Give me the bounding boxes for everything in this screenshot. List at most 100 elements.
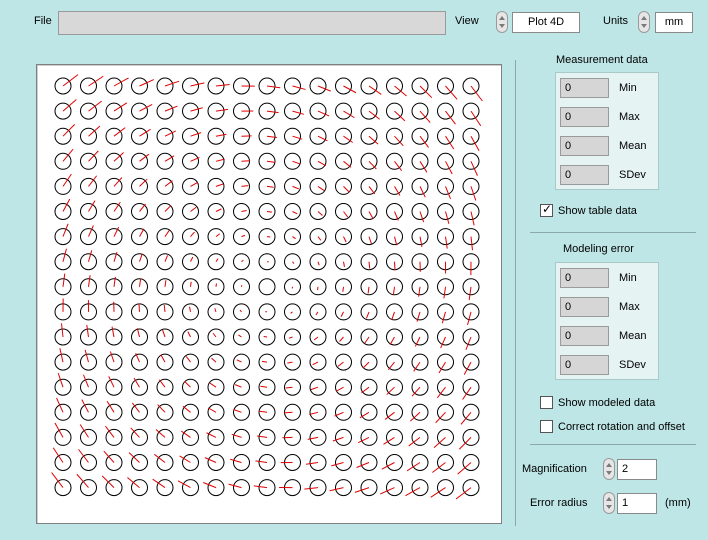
error-vector [127,477,140,488]
measurement-mean-value: 0 [560,136,609,156]
error-vector [343,236,347,243]
modeling-mean-value: 0 [560,326,609,346]
correct-rotation-checkbox[interactable] [540,420,553,433]
error-vector [215,158,225,162]
error-vector [367,286,370,294]
error-vector [389,336,395,346]
error-vector [88,175,98,187]
error-vector [379,487,395,495]
error-vector [362,361,370,369]
units-label: Units [603,15,629,27]
magnification-input[interactable]: 2 [617,459,657,480]
error-vector [139,203,146,212]
measurement-mean-label: Mean [619,140,647,152]
error-vector [113,102,128,112]
error-vector [190,132,202,137]
grid-point-circle [437,278,454,296]
error-vector [62,123,76,137]
error-vector [215,258,219,262]
measurement-min-value: 0 [560,78,609,98]
magnification-spinner[interactable] [603,458,615,480]
section-divider-2 [530,444,696,445]
error-vector [307,436,319,440]
error-vector [62,273,66,287]
error-vector [406,462,421,472]
error-radius-spinner[interactable] [603,492,615,514]
error-vector [285,386,293,389]
measurement-min-label: Min [619,82,637,94]
error-vector [187,331,191,338]
error-vector [419,135,429,148]
grid-point-circle [360,278,378,296]
error-vector [405,487,421,497]
error-vector [368,261,371,269]
error-radius-input[interactable]: 1 [617,493,657,514]
error-vector [468,286,472,301]
check-icon: ✓ [542,202,553,216]
units-spinner[interactable] [638,11,650,33]
grid-point-circle [284,177,301,195]
show-modeled-label[interactable]: Show modeled data [558,397,655,409]
grid-point-circle [80,253,97,271]
units-select[interactable]: mm [655,12,693,33]
error-vector [158,379,166,388]
error-vector [310,386,319,391]
panel-divider [515,60,516,526]
grid-point-circle [309,177,327,195]
error-vector [440,336,446,349]
vector-plot[interactable] [36,64,502,524]
error-vector [408,437,421,447]
show-table-label[interactable]: Show table data [558,205,637,217]
show-table-checkbox[interactable]: ✓ [540,202,553,217]
error-vector [331,462,344,467]
error-vector [329,487,344,492]
error-vector [315,311,319,316]
error-vector [182,405,191,413]
error-vector [292,185,300,190]
error-vector [419,85,433,99]
error-vector [164,180,173,187]
measurement-title: Measurement data [556,54,648,66]
error-vector [467,311,472,326]
view-spinner[interactable] [496,11,508,33]
error-vector [392,286,395,296]
error-vector [445,85,458,100]
grid-point-circle [233,253,250,271]
show-modeled-checkbox[interactable] [540,396,553,409]
error-vector [368,236,372,244]
grid-point-circle [360,177,378,195]
vector-plot-canvas [51,74,483,500]
file-field[interactable] [58,11,446,35]
error-vector [445,161,453,175]
error-vector [239,309,242,313]
error-vector [419,186,426,198]
error-vector [445,236,448,249]
error-vector [190,256,194,262]
error-vector [266,185,274,188]
error-vector [164,205,172,212]
view-select[interactable]: Plot 4D [512,12,580,33]
view-label: View [455,15,479,27]
error-vector [105,425,115,438]
error-vector [236,359,242,363]
error-vector [364,336,370,344]
error-vector [394,236,398,246]
error-vector [292,160,301,165]
error-vector [388,361,395,370]
error-vector [139,228,145,237]
grid-point-circle [131,253,148,271]
error-vector [138,303,140,312]
error-vector [215,108,229,112]
error-vector [309,411,319,415]
error-vector [266,211,273,213]
error-vector [470,161,478,176]
error-vector [432,462,446,473]
error-vector [443,286,446,299]
error-vector [113,77,129,87]
correct-rotation-label[interactable]: Correct rotation and offset [558,421,685,433]
modeling-sdev-label: SDev [619,359,646,371]
error-vector [233,409,242,413]
grid-point-circle [309,278,327,296]
error-vector [340,311,344,317]
error-vector [241,234,246,238]
